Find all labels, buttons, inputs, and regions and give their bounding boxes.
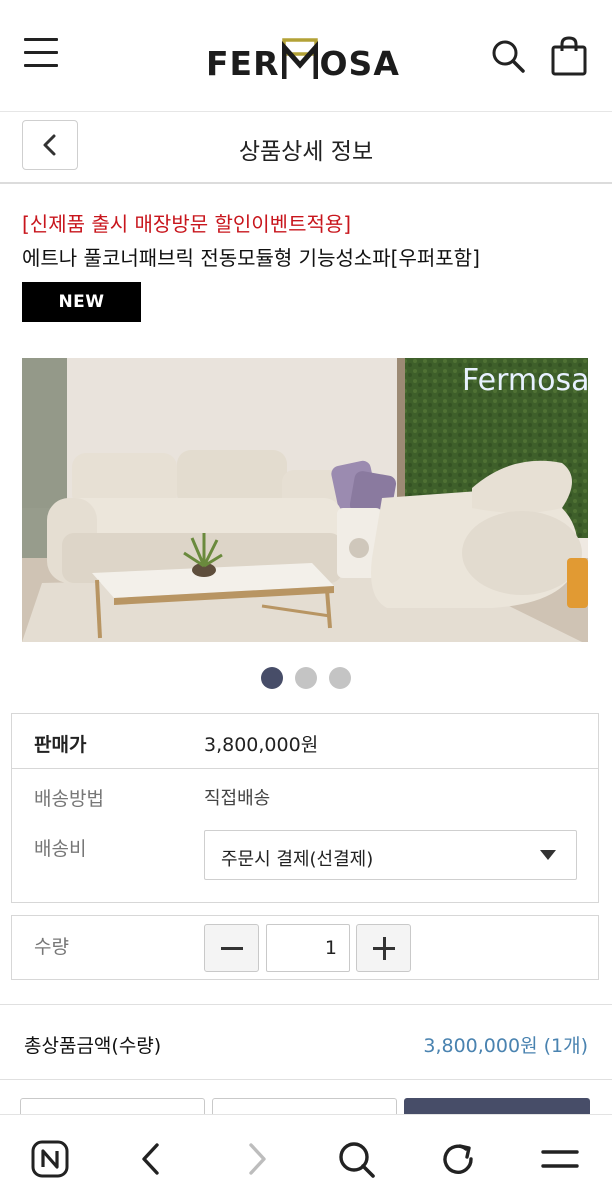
shipping-method-value: 직접배송	[204, 788, 271, 809]
price-label: 판매가	[34, 734, 87, 756]
new-badge: NEW	[22, 282, 141, 322]
quantity-box: 수량	[11, 915, 599, 980]
carousel-dots	[0, 667, 612, 689]
price-value: 3,800,000원	[204, 734, 319, 756]
price-info-box: 판매가 3,800,000원 배송방법 직접배송 배송비 주문시 결제(선결제)	[11, 713, 599, 903]
promo-text: [신제품 출시 매장방문 할인이벤트적용]	[22, 212, 352, 236]
site-header: FER OSA	[0, 0, 612, 112]
brand-logo-left: FER	[206, 44, 280, 83]
browser-bottom-bar	[0, 1114, 612, 1200]
sub-header: 상품상세 정보	[0, 112, 612, 184]
back-icon[interactable]	[130, 1137, 174, 1181]
total-label: 총상품금액(수량)	[24, 1035, 162, 1057]
hamburger-menu-icon[interactable]	[24, 38, 60, 72]
search-icon[interactable]	[334, 1137, 378, 1181]
quantity-input[interactable]	[266, 924, 350, 972]
caret-down-icon	[540, 850, 556, 860]
brand-logo-right: OSA	[319, 44, 400, 83]
price-row: 판매가 3,800,000원	[12, 714, 598, 769]
carousel-dot-3[interactable]	[329, 667, 351, 689]
carousel-dot-2[interactable]	[295, 667, 317, 689]
store-sign-text: Fermosa	[462, 363, 588, 398]
forward-icon[interactable]	[234, 1137, 278, 1181]
total-amount-row: 총상품금액(수량) 3,800,000원 (1개)	[0, 1004, 612, 1080]
shipping-fee-label: 배송비	[34, 838, 87, 860]
plus-icon	[383, 937, 386, 960]
brand-logo[interactable]: FER OSA	[206, 30, 400, 80]
quantity-decrease-button[interactable]	[204, 924, 259, 972]
quantity-increase-button[interactable]	[356, 924, 411, 972]
search-icon[interactable]	[490, 38, 526, 74]
minus-icon	[221, 947, 243, 950]
refresh-icon[interactable]	[436, 1137, 480, 1181]
n-icon[interactable]	[28, 1137, 72, 1181]
menu-icon[interactable]	[538, 1137, 582, 1181]
product-name: 에트나 풀코너패브릭 전동모듈형 기능성소파[우퍼포함]	[22, 246, 480, 270]
page-title: 상품상세 정보	[238, 139, 374, 165]
product-image[interactable]: Fermosa	[22, 358, 588, 642]
total-value: 3,800,000원 (1개)	[423, 1035, 588, 1057]
carousel-dot-1[interactable]	[261, 667, 283, 689]
brand-logo-m-mark	[281, 38, 318, 80]
quantity-label: 수량	[34, 936, 69, 958]
shipping-method-label: 배송방법	[34, 788, 104, 810]
shipping-fee-selected: 주문시 결제(선결제)	[221, 849, 374, 870]
shopping-bag-icon[interactable]	[550, 36, 588, 76]
shipping-fee-select[interactable]: 주문시 결제(선결제)	[204, 830, 577, 880]
